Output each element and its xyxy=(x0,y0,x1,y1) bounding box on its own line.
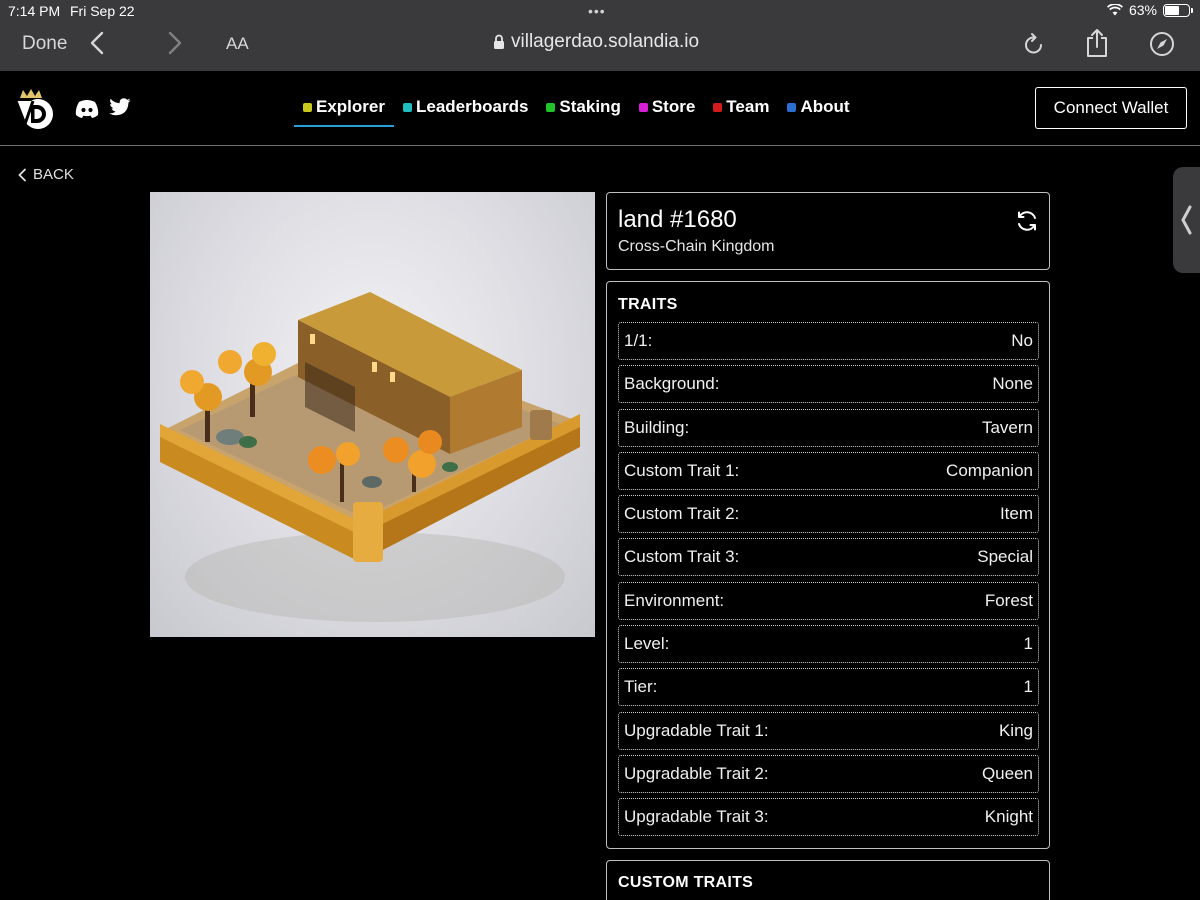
discord-icon[interactable] xyxy=(75,99,99,118)
nav-leaderboards[interactable]: Leaderboards xyxy=(394,97,537,127)
traits-card: TRAITS 1/1: No Background: None Building: T… xyxy=(606,281,1050,849)
nav-label: Explorer xyxy=(316,97,385,116)
reload-icon[interactable] xyxy=(1022,31,1046,57)
trait-row: Upgradable Trait 1: King xyxy=(618,711,1039,750)
trait-name: Custom Trait 3: xyxy=(624,547,740,567)
trait-row: Level: 1 xyxy=(618,625,1039,664)
nav-team[interactable]: Team xyxy=(704,97,778,127)
trait-row: Building: Tavern xyxy=(618,408,1039,447)
text-size-button[interactable]: AA xyxy=(226,34,249,54)
trait-row: Tier: 1 xyxy=(618,668,1039,707)
trait-value: 1 xyxy=(1023,677,1033,697)
nav-dot xyxy=(303,102,312,112)
twitter-icon[interactable] xyxy=(109,98,131,117)
custom-traits-card: CUSTOM TRAITS xyxy=(606,860,1050,900)
trait-value: Knight xyxy=(984,807,1033,827)
battery-icon xyxy=(1163,3,1193,17)
trait-list: 1/1: No Background: None Building: Tavern C… xyxy=(618,322,1039,842)
trait-name: 1/1: xyxy=(624,331,653,350)
nft-collection: Cross-Chain Kingdom xyxy=(618,238,775,255)
side-panel-handle[interactable] xyxy=(1173,167,1200,273)
done-button[interactable]: Done xyxy=(22,33,67,55)
trait-value: None xyxy=(992,374,1033,394)
trait-row: Background: None xyxy=(618,365,1039,404)
isometric-land-artwork xyxy=(160,292,580,622)
chevron-right-icon[interactable] xyxy=(166,30,184,56)
trait-row: Custom Trait 1: Companion xyxy=(618,451,1039,490)
trait-row: Custom Trait 2: Item xyxy=(618,495,1039,534)
trait-name: Background: xyxy=(624,374,720,394)
nav-dot xyxy=(713,102,723,112)
trait-name: Upgradable Trait 3: xyxy=(624,807,769,827)
trait-name: Level: xyxy=(624,634,670,654)
traits-heading: TRAITS xyxy=(618,296,678,313)
trait-row: Environment: Forest xyxy=(618,581,1039,620)
nft-title: land #1680 xyxy=(618,206,737,233)
nav-dot xyxy=(787,102,797,112)
trait-value: King xyxy=(998,720,1033,740)
trait-row: Custom Trait 3: Special xyxy=(618,538,1039,577)
trait-name: Custom Trait 2: xyxy=(624,504,740,524)
nft-image xyxy=(150,192,595,637)
multitasking-dots[interactable]: ••• xyxy=(588,3,606,19)
nav-label: Leaderboards xyxy=(415,97,529,116)
url-text: villagerdao.solandia.io xyxy=(511,31,700,52)
nav-staking[interactable]: Staking xyxy=(537,97,629,127)
trait-row: Upgradable Trait 2: Queen xyxy=(618,754,1039,793)
chevron-left-icon xyxy=(18,168,26,181)
address-bar[interactable]: villagerdao.solandia.io xyxy=(493,31,699,53)
trait-value: Special xyxy=(977,547,1033,567)
nav-store[interactable]: Store xyxy=(630,97,704,127)
main-nav: Explorer Leaderboards Staking Store Team… xyxy=(294,97,859,127)
trait-row: Upgradable Trait 3: Knight xyxy=(618,798,1039,837)
chevron-left-icon xyxy=(1181,205,1192,235)
status-time: 7:14 PM xyxy=(8,3,61,19)
nav-label: Store xyxy=(651,97,696,116)
trait-name: Custom Trait 1: xyxy=(624,460,740,480)
nav-label: Team xyxy=(726,97,770,116)
refresh-icon[interactable] xyxy=(1015,209,1039,233)
status-indicators: 63% xyxy=(1106,2,1193,18)
status-date: Fri Sep 22 xyxy=(70,3,135,19)
trait-name: Upgradable Trait 2: xyxy=(624,763,769,783)
nav-dot xyxy=(546,102,556,112)
nav-label: About xyxy=(800,97,850,116)
site-header: Explorer Leaderboards Staking Store Team… xyxy=(0,71,1200,146)
nav-dot xyxy=(402,102,412,112)
back-link[interactable]: BACK xyxy=(17,166,74,183)
trait-value: Forest xyxy=(984,590,1033,610)
trait-value: 1 xyxy=(1023,634,1033,654)
lock-icon xyxy=(494,34,504,49)
custom-traits-heading: CUSTOM TRAITS xyxy=(618,874,754,891)
trait-row: 1/1: No xyxy=(618,322,1039,360)
trait-name: Tier: xyxy=(624,677,658,697)
nft-title-card: land #1680 Cross-Chain Kingdom xyxy=(606,192,1050,270)
trait-value: Companion xyxy=(946,460,1033,480)
trait-value: Queen xyxy=(981,763,1033,783)
nav-explorer[interactable]: Explorer xyxy=(294,97,394,127)
trait-name: Environment: xyxy=(624,590,725,610)
chevron-left-icon[interactable] xyxy=(88,30,106,56)
nav-about[interactable]: About xyxy=(778,97,858,127)
trait-name: Building: xyxy=(624,417,690,437)
nav-dot xyxy=(638,102,648,112)
browser-chrome: 7:14 PM Fri Sep 22 ••• 63% Done AA villa… xyxy=(0,0,1200,71)
trait-value: Item xyxy=(999,504,1033,524)
wifi-icon xyxy=(1106,4,1123,16)
trait-value: No xyxy=(1011,331,1033,350)
connect-wallet-button[interactable]: Connect Wallet xyxy=(1035,87,1187,129)
battery-percent: 63% xyxy=(1128,2,1157,18)
nav-label: Staking xyxy=(559,97,621,116)
compass-icon[interactable] xyxy=(1149,31,1175,57)
share-icon[interactable] xyxy=(1084,28,1110,58)
trait-value: Tavern xyxy=(981,417,1033,437)
trait-name: Upgradable Trait 1: xyxy=(624,720,769,740)
back-label: BACK xyxy=(33,166,74,183)
villager-dao-logo[interactable] xyxy=(14,88,58,130)
